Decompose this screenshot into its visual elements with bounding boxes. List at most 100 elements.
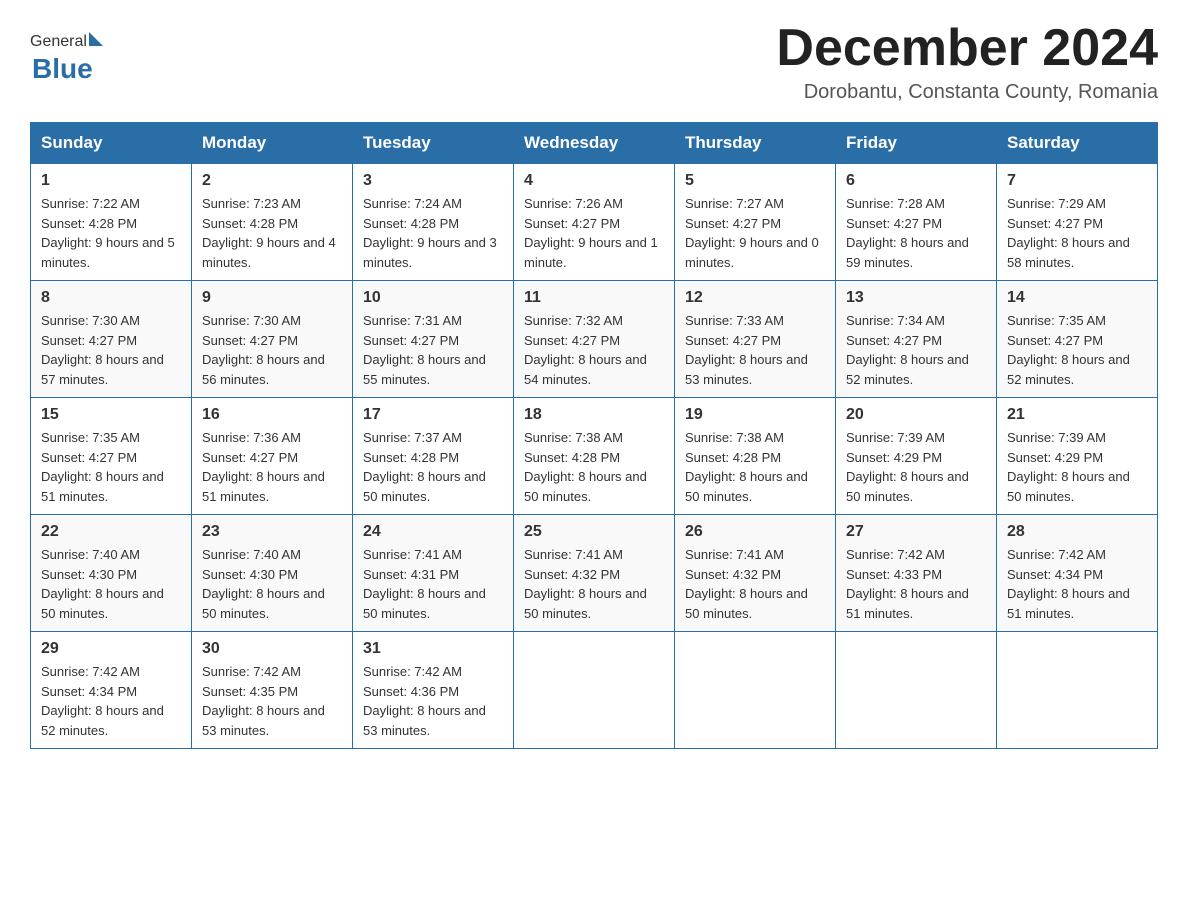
day-number: 21 [1007, 406, 1147, 424]
location-text: Dorobantu, Constanta County, Romania [776, 81, 1158, 104]
day-number: 31 [363, 640, 503, 658]
day-info: Sunrise: 7:27 AM Sunset: 4:27 PM Dayligh… [685, 194, 825, 272]
calendar-cell: 12 Sunrise: 7:33 AM Sunset: 4:27 PM Dayl… [675, 281, 836, 398]
day-info: Sunrise: 7:34 AM Sunset: 4:27 PM Dayligh… [846, 311, 986, 389]
day-info: Sunrise: 7:35 AM Sunset: 4:27 PM Dayligh… [1007, 311, 1147, 389]
day-number: 17 [363, 406, 503, 424]
calendar-cell: 27 Sunrise: 7:42 AM Sunset: 4:33 PM Dayl… [836, 515, 997, 632]
day-number: 27 [846, 523, 986, 541]
day-number: 18 [524, 406, 664, 424]
calendar-cell: 20 Sunrise: 7:39 AM Sunset: 4:29 PM Dayl… [836, 398, 997, 515]
calendar-cell: 25 Sunrise: 7:41 AM Sunset: 4:32 PM Dayl… [514, 515, 675, 632]
calendar-cell: 11 Sunrise: 7:32 AM Sunset: 4:27 PM Dayl… [514, 281, 675, 398]
day-number: 9 [202, 289, 342, 307]
calendar-cell: 30 Sunrise: 7:42 AM Sunset: 4:35 PM Dayl… [192, 632, 353, 749]
day-info: Sunrise: 7:42 AM Sunset: 4:35 PM Dayligh… [202, 662, 342, 740]
calendar-cell: 15 Sunrise: 7:35 AM Sunset: 4:27 PM Dayl… [31, 398, 192, 515]
calendar-cell: 29 Sunrise: 7:42 AM Sunset: 4:34 PM Dayl… [31, 632, 192, 749]
calendar-cell: 31 Sunrise: 7:42 AM Sunset: 4:36 PM Dayl… [353, 632, 514, 749]
day-number: 14 [1007, 289, 1147, 307]
day-info: Sunrise: 7:22 AM Sunset: 4:28 PM Dayligh… [41, 194, 181, 272]
week-row-4: 22 Sunrise: 7:40 AM Sunset: 4:30 PM Dayl… [31, 515, 1158, 632]
calendar-cell: 26 Sunrise: 7:41 AM Sunset: 4:32 PM Dayl… [675, 515, 836, 632]
day-number: 15 [41, 406, 181, 424]
day-number: 24 [363, 523, 503, 541]
day-info: Sunrise: 7:38 AM Sunset: 4:28 PM Dayligh… [524, 428, 664, 506]
calendar-cell: 21 Sunrise: 7:39 AM Sunset: 4:29 PM Dayl… [997, 398, 1158, 515]
day-number: 26 [685, 523, 825, 541]
col-header-sunday: Sunday [31, 123, 192, 164]
day-info: Sunrise: 7:41 AM Sunset: 4:31 PM Dayligh… [363, 545, 503, 623]
day-info: Sunrise: 7:39 AM Sunset: 4:29 PM Dayligh… [846, 428, 986, 506]
day-number: 19 [685, 406, 825, 424]
calendar-cell: 22 Sunrise: 7:40 AM Sunset: 4:30 PM Dayl… [31, 515, 192, 632]
calendar-cell: 18 Sunrise: 7:38 AM Sunset: 4:28 PM Dayl… [514, 398, 675, 515]
week-row-3: 15 Sunrise: 7:35 AM Sunset: 4:27 PM Dayl… [31, 398, 1158, 515]
calendar-cell [836, 632, 997, 749]
day-info: Sunrise: 7:24 AM Sunset: 4:28 PM Dayligh… [363, 194, 503, 272]
day-info: Sunrise: 7:38 AM Sunset: 4:28 PM Dayligh… [685, 428, 825, 506]
day-number: 25 [524, 523, 664, 541]
logo-arrow-icon [89, 32, 103, 46]
calendar-cell: 6 Sunrise: 7:28 AM Sunset: 4:27 PM Dayli… [836, 164, 997, 281]
day-info: Sunrise: 7:39 AM Sunset: 4:29 PM Dayligh… [1007, 428, 1147, 506]
calendar-cell: 4 Sunrise: 7:26 AM Sunset: 4:27 PM Dayli… [514, 164, 675, 281]
calendar-cell: 19 Sunrise: 7:38 AM Sunset: 4:28 PM Dayl… [675, 398, 836, 515]
col-header-thursday: Thursday [675, 123, 836, 164]
calendar-cell: 13 Sunrise: 7:34 AM Sunset: 4:27 PM Dayl… [836, 281, 997, 398]
month-title: December 2024 [776, 20, 1158, 77]
day-number: 2 [202, 172, 342, 190]
day-info: Sunrise: 7:35 AM Sunset: 4:27 PM Dayligh… [41, 428, 181, 506]
calendar-cell: 17 Sunrise: 7:37 AM Sunset: 4:28 PM Dayl… [353, 398, 514, 515]
calendar-cell: 10 Sunrise: 7:31 AM Sunset: 4:27 PM Dayl… [353, 281, 514, 398]
calendar-cell: 24 Sunrise: 7:41 AM Sunset: 4:31 PM Dayl… [353, 515, 514, 632]
logo: General Blue [30, 28, 103, 85]
day-number: 11 [524, 289, 664, 307]
day-info: Sunrise: 7:30 AM Sunset: 4:27 PM Dayligh… [41, 311, 181, 389]
day-info: Sunrise: 7:36 AM Sunset: 4:27 PM Dayligh… [202, 428, 342, 506]
col-header-friday: Friday [836, 123, 997, 164]
calendar-cell: 7 Sunrise: 7:29 AM Sunset: 4:27 PM Dayli… [997, 164, 1158, 281]
calendar-cell: 3 Sunrise: 7:24 AM Sunset: 4:28 PM Dayli… [353, 164, 514, 281]
day-info: Sunrise: 7:42 AM Sunset: 4:36 PM Dayligh… [363, 662, 503, 740]
day-info: Sunrise: 7:41 AM Sunset: 4:32 PM Dayligh… [524, 545, 664, 623]
page-header: General Blue December 2024 Dorobantu, Co… [30, 20, 1158, 104]
day-info: Sunrise: 7:30 AM Sunset: 4:27 PM Dayligh… [202, 311, 342, 389]
day-info: Sunrise: 7:37 AM Sunset: 4:28 PM Dayligh… [363, 428, 503, 506]
col-header-tuesday: Tuesday [353, 123, 514, 164]
day-number: 3 [363, 172, 503, 190]
day-info: Sunrise: 7:33 AM Sunset: 4:27 PM Dayligh… [685, 311, 825, 389]
calendar-cell [997, 632, 1158, 749]
col-header-saturday: Saturday [997, 123, 1158, 164]
day-number: 6 [846, 172, 986, 190]
calendar-header-row: SundayMondayTuesdayWednesdayThursdayFrid… [31, 123, 1158, 164]
title-section: December 2024 Dorobantu, Constanta Count… [776, 20, 1158, 104]
day-info: Sunrise: 7:31 AM Sunset: 4:27 PM Dayligh… [363, 311, 503, 389]
day-info: Sunrise: 7:28 AM Sunset: 4:27 PM Dayligh… [846, 194, 986, 272]
day-info: Sunrise: 7:42 AM Sunset: 4:34 PM Dayligh… [1007, 545, 1147, 623]
day-number: 22 [41, 523, 181, 541]
day-number: 30 [202, 640, 342, 658]
day-number: 12 [685, 289, 825, 307]
day-info: Sunrise: 7:40 AM Sunset: 4:30 PM Dayligh… [202, 545, 342, 623]
calendar-cell: 23 Sunrise: 7:40 AM Sunset: 4:30 PM Dayl… [192, 515, 353, 632]
calendar-table: SundayMondayTuesdayWednesdayThursdayFrid… [30, 122, 1158, 749]
calendar-cell: 14 Sunrise: 7:35 AM Sunset: 4:27 PM Dayl… [997, 281, 1158, 398]
calendar-cell: 28 Sunrise: 7:42 AM Sunset: 4:34 PM Dayl… [997, 515, 1158, 632]
day-info: Sunrise: 7:26 AM Sunset: 4:27 PM Dayligh… [524, 194, 664, 272]
calendar-cell [514, 632, 675, 749]
day-info: Sunrise: 7:42 AM Sunset: 4:33 PM Dayligh… [846, 545, 986, 623]
day-number: 10 [363, 289, 503, 307]
day-info: Sunrise: 7:23 AM Sunset: 4:28 PM Dayligh… [202, 194, 342, 272]
day-number: 4 [524, 172, 664, 190]
logo-blue-text: Blue [32, 53, 93, 85]
col-header-monday: Monday [192, 123, 353, 164]
week-row-1: 1 Sunrise: 7:22 AM Sunset: 4:28 PM Dayli… [31, 164, 1158, 281]
logo-general-text: General [30, 33, 87, 51]
calendar-cell: 8 Sunrise: 7:30 AM Sunset: 4:27 PM Dayli… [31, 281, 192, 398]
calendar-cell [675, 632, 836, 749]
calendar-cell: 2 Sunrise: 7:23 AM Sunset: 4:28 PM Dayli… [192, 164, 353, 281]
day-number: 28 [1007, 523, 1147, 541]
calendar-cell: 9 Sunrise: 7:30 AM Sunset: 4:27 PM Dayli… [192, 281, 353, 398]
day-number: 1 [41, 172, 181, 190]
